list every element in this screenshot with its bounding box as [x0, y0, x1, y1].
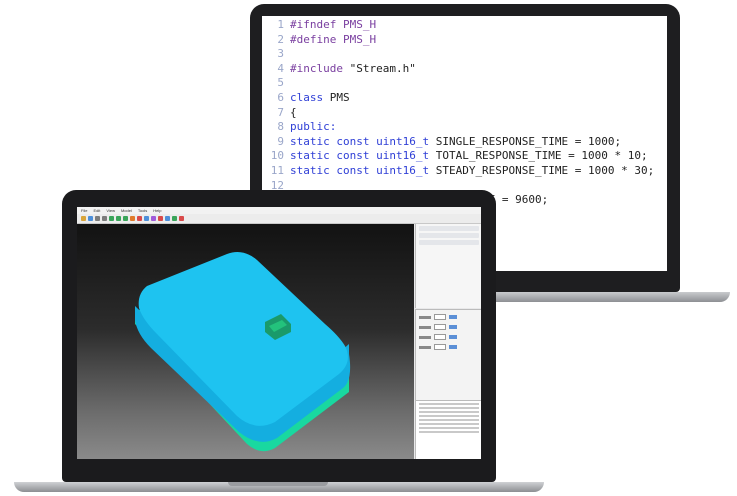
line-number: 10	[270, 149, 284, 163]
line-number: 9	[277, 134, 284, 148]
log-line	[419, 415, 479, 417]
log-line	[419, 423, 479, 425]
tree-item[interactable]	[419, 226, 479, 231]
log-line	[419, 427, 479, 429]
menu-bar: File Edit View Model Tools Help	[77, 207, 481, 214]
code-token: {	[290, 105, 297, 119]
log-line	[419, 411, 479, 413]
toolbar	[77, 214, 481, 224]
prop-label	[419, 315, 431, 319]
code-token: STEADY_RESPONSE_TIME = 1000 * 30;	[435, 163, 655, 177]
code-token: TOTAL_RESPONSE_TIME = 1000 * 10;	[435, 149, 648, 163]
redo-icon[interactable]	[102, 216, 107, 221]
log-line	[419, 431, 479, 433]
intersect-icon[interactable]	[165, 216, 170, 221]
code-token: static const uint16_t	[290, 163, 436, 177]
code-line: 11 static const uint16_t STEADY_RESPONSE_…	[262, 164, 667, 179]
cube-icon[interactable]	[130, 216, 135, 221]
front-laptop-notch	[228, 482, 328, 486]
line-number: 5	[277, 76, 284, 90]
prop-button[interactable]	[449, 315, 457, 319]
code-line: 4 #include "Stream.h"	[262, 62, 667, 77]
code-line: 6 class PMS	[262, 91, 667, 106]
back-laptop-base	[470, 292, 730, 302]
prop-field[interactable]	[434, 314, 446, 320]
code-line: 8 public:	[262, 120, 667, 135]
save-icon[interactable]	[88, 216, 93, 221]
menu-item[interactable]: Help	[153, 207, 161, 214]
code-token: static const uint16_t	[290, 134, 436, 148]
line-number: 4	[277, 61, 284, 75]
prop-button[interactable]	[449, 345, 457, 349]
prop-label	[419, 345, 431, 349]
union-icon[interactable]	[151, 216, 156, 221]
open-icon[interactable]	[81, 216, 86, 221]
tree-item[interactable]	[419, 233, 479, 238]
prop-field[interactable]	[434, 324, 446, 330]
code-line: 7{	[262, 106, 667, 121]
line-number: 2	[277, 32, 284, 46]
code-line: 2 #define PMS_H	[262, 33, 667, 48]
export-icon[interactable]	[172, 216, 177, 221]
code-token: #define PMS_H	[290, 32, 377, 46]
code-token: "Stream.h"	[349, 61, 416, 75]
code-token: SINGLE_RESPONSE_TIME = 1000;	[435, 134, 622, 148]
scale-icon[interactable]	[123, 216, 128, 221]
menu-item[interactable]: Model	[121, 207, 132, 214]
log-line	[419, 419, 479, 421]
prop-label	[419, 325, 431, 329]
log-line	[419, 403, 479, 405]
undo-icon[interactable]	[95, 216, 100, 221]
line-number: 1	[277, 18, 284, 31]
prop-button[interactable]	[449, 325, 457, 329]
code-token: static const uint16_t	[290, 149, 436, 163]
move-icon[interactable]	[109, 216, 114, 221]
code-token: #ifndef PMS_H	[290, 18, 377, 31]
menu-item[interactable]: File	[81, 207, 87, 214]
log-line	[419, 407, 479, 409]
code-line: 1 #ifndef PMS_H	[262, 18, 667, 33]
code-token: #include	[290, 61, 350, 75]
line-number: 8	[277, 120, 284, 134]
code-line: 10 static const uint16_t TOTAL_RESPONSE_T…	[262, 149, 667, 164]
code-token: PMS	[329, 90, 350, 104]
line-number: 6	[277, 90, 284, 104]
code-line: 3	[262, 47, 667, 62]
cad-app-screen: File Edit View Model Tools Help	[77, 207, 481, 459]
tree-item[interactable]	[419, 240, 479, 245]
prop-field[interactable]	[434, 344, 446, 350]
prop-field[interactable]	[434, 334, 446, 340]
prop-label	[419, 335, 431, 339]
console-panel	[415, 400, 481, 459]
code-line: 9 static const uint16_t SINGLE_RESPONSE_T…	[262, 135, 667, 150]
code-line: 5	[262, 76, 667, 91]
code-token: class	[290, 90, 330, 104]
sphere-icon[interactable]	[137, 216, 142, 221]
3d-viewport[interactable]	[77, 224, 414, 459]
close-icon[interactable]	[179, 216, 184, 221]
line-number: 11	[270, 163, 284, 177]
prop-button[interactable]	[449, 335, 457, 339]
cylinder-icon[interactable]	[144, 216, 149, 221]
line-number: 7	[277, 105, 284, 119]
menu-item[interactable]: Edit	[93, 207, 100, 214]
menu-item[interactable]: Tools	[138, 207, 147, 214]
subtract-icon[interactable]	[158, 216, 163, 221]
code-token: public:	[290, 120, 337, 134]
line-number: 3	[277, 47, 284, 61]
rotate-icon[interactable]	[116, 216, 121, 221]
3d-model-render	[135, 252, 351, 452]
properties-panel	[415, 309, 481, 400]
object-tree-panel	[415, 224, 481, 308]
menu-item[interactable]: View	[106, 207, 115, 214]
code-editor[interactable]: 1 #ifndef PMS_H 2 #define PMS_H 3 4 #include "…	[262, 18, 667, 208]
